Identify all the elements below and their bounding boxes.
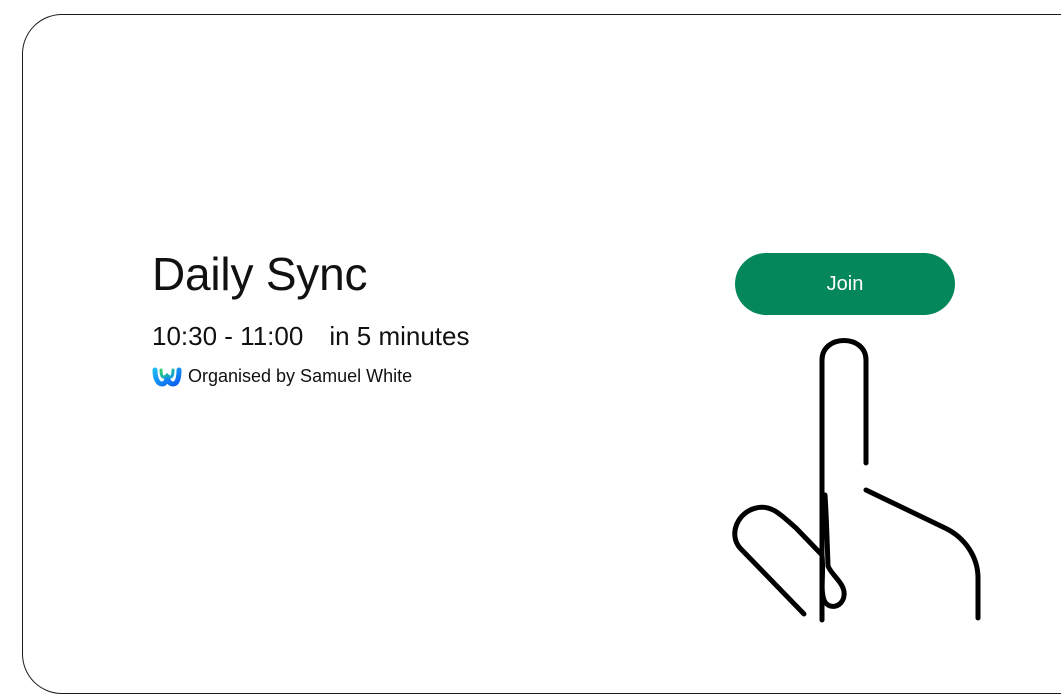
webex-icon: [152, 365, 182, 387]
hand-pointer-icon: [700, 320, 1000, 640]
join-button[interactable]: Join: [735, 253, 955, 315]
meeting-time-row: 10:30 - 11:00 in 5 minutes: [152, 320, 470, 352]
meeting-starts-in: in 5 minutes: [329, 321, 470, 351]
organizer-text: Organised by Samuel White: [188, 366, 413, 386]
meeting-title: Daily Sync: [152, 248, 368, 300]
organizer-row: Organised by Samuel White: [152, 364, 470, 388]
meeting-time-range: 10:30 - 11:00: [152, 321, 304, 351]
meeting-info: Daily Sync 10:30 - 11:00 in 5 minutes Or…: [152, 246, 470, 388]
